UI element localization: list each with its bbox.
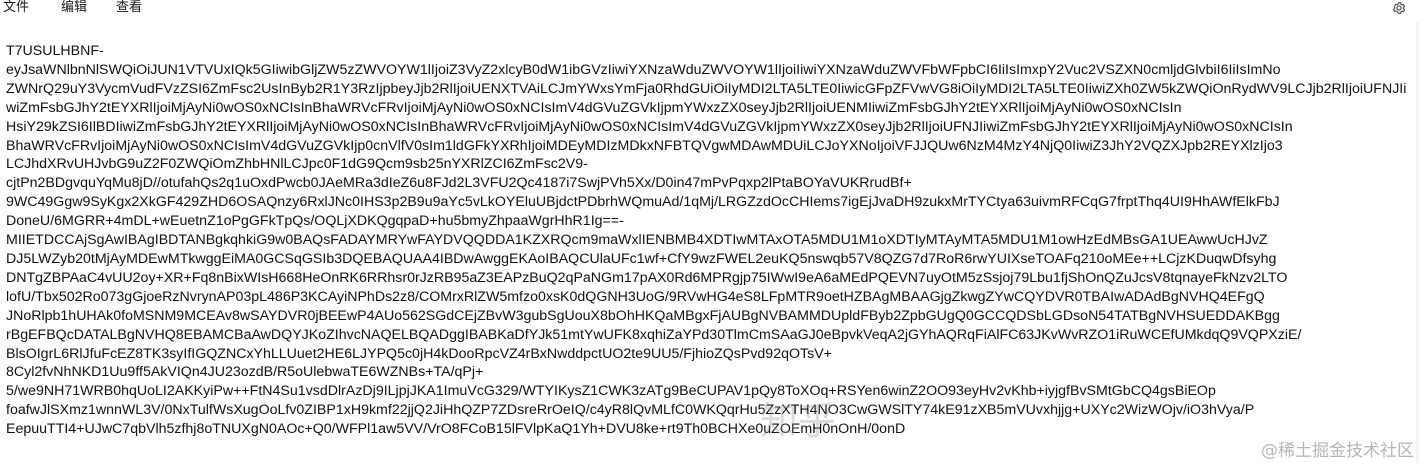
text-line: BlsOIgrL6RlJfuFcEZ8TK3syIfIGQZNCxYhLLUue…: [6, 345, 832, 362]
text-line: T7USULHBNF-: [6, 43, 104, 59]
text-line: ZWNrQ29uY3VycmVudFVzZSI6ZmFsc2UsInByb2R1…: [6, 80, 1407, 116]
text-line: DoneU/6MGRR+4mDL+wEuetnZ1oPgGFkTpQs/OQLj…: [6, 213, 624, 230]
menu-file[interactable]: 文件: [3, 0, 29, 18]
text-line: EepuuTTI4+UJwC7qbVlh5zfhj8oTNUXgN0AOc+Q0…: [6, 421, 906, 438]
text-line: DNTgZBPAaC4vUU2oy+XR+Fq8nBixWIsH668HeOnR…: [6, 269, 1288, 286]
text-line: MIIETDCCAjSgAwIBAgIBDTANBgkqhkiG9w0BAQsF…: [6, 232, 1268, 249]
document-text[interactable]: T7USULHBNF-eyJsaWNlbnNlSWQiOiJUN1VTVUxIQ…: [6, 42, 1414, 439]
menu-edit[interactable]: 编辑: [61, 0, 87, 18]
text-line: 5/we9NH71WRB0hqUoLI2AKKyiPw++FtN4Su1vsdD…: [6, 383, 1216, 400]
menu-view[interactable]: 查看: [116, 0, 142, 18]
text-line: cjtPn2BDgvquYqMu8jD//otufahQs2q1uOxdPwcb…: [6, 175, 912, 192]
text-line: 9WC49Ggw9SyKgx2XkGF429ZHD6OSAQnzy6RxlJNc…: [6, 194, 1280, 211]
text-line: lofU/Tbx502Ro073gGjoeRzNvrynAP03pL486P3K…: [6, 288, 1265, 305]
text-line: eyJsaWNlbnNlSWQiOiJUN1VTVUxIQk5GIiwibGlj…: [6, 61, 1281, 78]
menu-bar: 文件 编辑 查看: [0, 0, 1419, 18]
text-line: DJ5LWZyb20tMjAyMDEwMTkwggEiMA0GCSqGSIb3D…: [6, 250, 1277, 267]
text-line: rBgEFBQcDATALBgNVHQ8EBAMCBaAwDQYJKoZIhvc…: [6, 326, 1302, 343]
gear-icon-svg: [1392, 2, 1406, 14]
gear-icon[interactable]: [1391, 0, 1407, 16]
text-line: 8Cyl2fvNhNKD1Uu9ff5AkVIQn4JU23ozdB/R5oUl…: [6, 364, 484, 381]
editor-content[interactable]: T7USULHBNF-eyJsaWNlbnNlSWQiOiJUN1VTVUxIQ…: [0, 22, 1417, 463]
text-line: JNoRlpb1hUHAk0foMSNM9MCEAv8wSAYDVR0jBEEw…: [6, 307, 1280, 324]
text-line: BhaWRVcFRvIjoiMjAyNi0wOS0xNCIsImV4dGVuZG…: [6, 137, 1283, 154]
text-line: LCJhdXRvUHJvbG9uZ2F0ZWQiOmZhbHNlLCJpc0F1…: [6, 156, 588, 173]
text-line: HsiY29kZSI6IlBDIiwiZmFsbGJhY2tEYXRlIjoiM…: [6, 118, 1293, 135]
text-line: foafwJlSXmz1wnnWL3V/0NxTulfWsXugOoLfv0ZI…: [6, 402, 1255, 419]
